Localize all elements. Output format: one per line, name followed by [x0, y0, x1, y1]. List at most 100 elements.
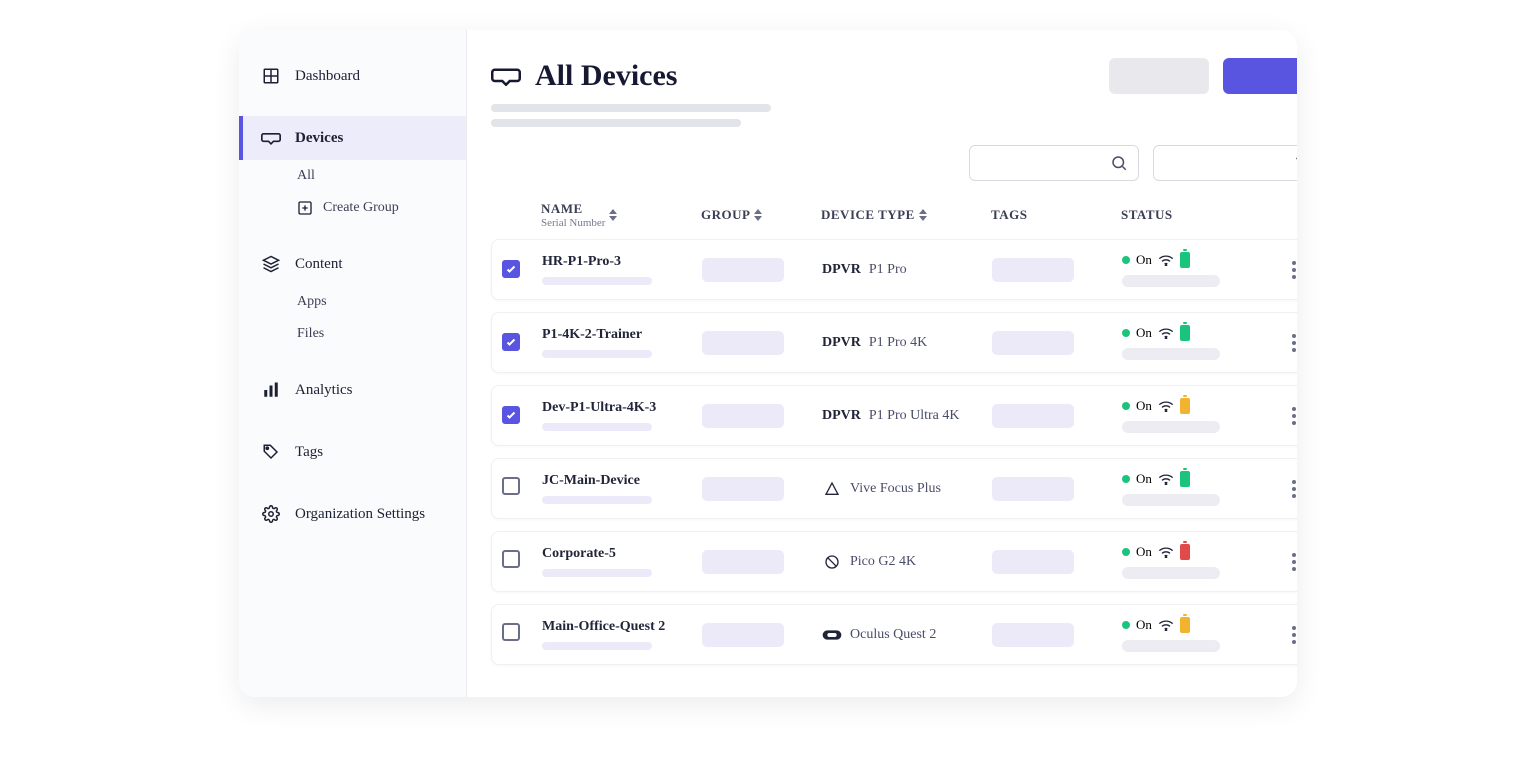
headset-icon: [261, 128, 281, 148]
device-type: Oculus Quest 2: [822, 625, 992, 645]
device-name: Corporate-5: [542, 546, 702, 562]
app-frame: Dashboard Devices All Create Group: [239, 30, 1297, 697]
battery-icon: [1180, 325, 1190, 341]
sidebar-sub-create-group[interactable]: Create Group: [239, 192, 466, 224]
device-brand-icon: [822, 625, 842, 645]
row-more-button[interactable]: [1292, 553, 1297, 571]
status-placeholder: [1122, 494, 1220, 506]
serial-placeholder: [542, 569, 652, 577]
table-header: NAME Serial Number GROUP DEVICE TYPE: [491, 195, 1297, 239]
sort-icon: [754, 209, 762, 221]
status-dot-icon: [1122, 256, 1130, 264]
battery-icon: [1180, 471, 1190, 487]
wifi-icon: [1158, 327, 1174, 339]
sidebar-item-analytics[interactable]: Analytics: [239, 368, 466, 412]
status-placeholder: [1122, 348, 1220, 360]
status-dot-icon: [1122, 329, 1130, 337]
group-pill: [702, 331, 784, 355]
battery-icon: [1180, 252, 1190, 268]
sidebar-label: Organization Settings: [295, 506, 425, 523]
battery-icon: [1180, 617, 1190, 633]
sidebar-label: Analytics: [295, 382, 353, 399]
plus-square-icon: [297, 200, 313, 216]
status-label: On: [1136, 252, 1152, 268]
status-dot-icon: [1122, 548, 1130, 556]
sidebar-label: Create Group: [323, 200, 399, 216]
status-dot-icon: [1122, 621, 1130, 629]
sidebar-label: Tags: [295, 444, 323, 461]
status-label: On: [1136, 617, 1152, 633]
wifi-icon: [1158, 254, 1174, 266]
grid-icon: [261, 66, 281, 86]
table-row: Main-Office-Quest 2 Oculus Quest 2 On: [491, 604, 1297, 665]
sidebar-label: Content: [295, 256, 343, 273]
device-type: DPVR P1 Pro Ultra 4K: [822, 408, 992, 424]
wifi-icon: [1158, 546, 1174, 558]
table-row: JC-Main-Device Vive Focus Plus On: [491, 458, 1297, 519]
sidebar-sub-all[interactable]: All: [239, 160, 466, 192]
main-content: All Devices NAME: [467, 30, 1297, 697]
page-title: All Devices: [535, 59, 1095, 93]
sidebar-item-content[interactable]: Content: [239, 242, 466, 286]
primary-action-button[interactable]: [1223, 58, 1297, 94]
table-row: Dev-P1-Ultra-4K-3 DPVR P1 Pro Ultra 4K O…: [491, 385, 1297, 446]
tag-pill: [992, 477, 1074, 501]
serial-placeholder: [542, 350, 652, 358]
row-more-button[interactable]: [1292, 261, 1297, 279]
status-label: On: [1136, 325, 1152, 341]
table-row: HR-P1-Pro-3 DPVR P1 Pro On: [491, 239, 1297, 300]
sidebar-label: Devices: [295, 130, 343, 147]
row-checkbox[interactable]: [502, 260, 520, 278]
tag-pill: [992, 623, 1074, 647]
sidebar-item-devices[interactable]: Devices: [239, 116, 466, 160]
status-placeholder: [1122, 567, 1220, 579]
column-status: STATUS: [1121, 207, 1291, 223]
sort-icon: [919, 209, 927, 221]
row-checkbox[interactable]: [502, 406, 520, 424]
sidebar-item-dashboard[interactable]: Dashboard: [239, 54, 466, 98]
sidebar-sub-apps[interactable]: Apps: [239, 286, 466, 318]
battery-icon: [1180, 544, 1190, 560]
search-icon: [1110, 154, 1128, 172]
row-checkbox[interactable]: [502, 550, 520, 568]
group-pill: [702, 477, 784, 501]
group-pill: [702, 550, 784, 574]
wifi-icon: [1158, 619, 1174, 631]
row-more-button[interactable]: [1292, 626, 1297, 644]
device-name: Dev-P1-Ultra-4K-3: [542, 400, 702, 416]
tag-pill: [992, 404, 1074, 428]
row-more-button[interactable]: [1292, 334, 1297, 352]
secondary-action-button[interactable]: [1109, 58, 1209, 94]
status-label: On: [1136, 544, 1152, 560]
status-placeholder: [1122, 421, 1220, 433]
tag-pill: [992, 258, 1074, 282]
column-device-type[interactable]: DEVICE TYPE: [821, 207, 991, 223]
device-name: P1-4K-2-Trainer: [542, 327, 702, 343]
battery-icon: [1180, 398, 1190, 414]
filter-button[interactable]: [1153, 145, 1297, 181]
search-input[interactable]: [969, 145, 1139, 181]
status-placeholder: [1122, 275, 1220, 287]
row-more-button[interactable]: [1292, 480, 1297, 498]
sidebar: Dashboard Devices All Create Group: [239, 30, 467, 697]
sidebar-item-org-settings[interactable]: Organization Settings: [239, 492, 466, 536]
sidebar-label: Dashboard: [295, 68, 360, 85]
filter-icon: [1294, 154, 1297, 172]
sidebar-sub-files[interactable]: Files: [239, 318, 466, 350]
sidebar-item-tags[interactable]: Tags: [239, 430, 466, 474]
row-checkbox[interactable]: [502, 623, 520, 641]
column-tags: TAGS: [991, 207, 1121, 223]
tag-pill: [992, 331, 1074, 355]
device-name: HR-P1-Pro-3: [542, 254, 702, 270]
serial-placeholder: [542, 277, 652, 285]
column-group[interactable]: GROUP: [701, 207, 821, 223]
column-name[interactable]: NAME Serial Number: [541, 201, 701, 229]
tag-icon: [261, 442, 281, 462]
wifi-icon: [1158, 400, 1174, 412]
wifi-icon: [1158, 473, 1174, 485]
row-checkbox[interactable]: [502, 477, 520, 495]
row-more-button[interactable]: [1292, 407, 1297, 425]
device-brand-icon: [822, 552, 842, 572]
row-checkbox[interactable]: [502, 333, 520, 351]
device-name: JC-Main-Device: [542, 473, 702, 489]
